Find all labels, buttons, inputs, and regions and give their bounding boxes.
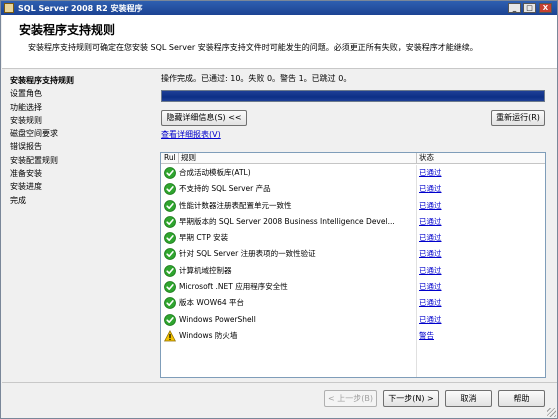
- back-button[interactable]: < 上一步(B): [324, 390, 377, 407]
- title-bar[interactable]: SQL Server 2008 R2 安装程序 _ □ X: [1, 1, 557, 15]
- hide-details-button[interactable]: 隐藏详细信息(S) <<: [161, 110, 247, 126]
- maximize-button[interactable]: □: [523, 3, 536, 13]
- rerun-button[interactable]: 重新运行(R): [491, 110, 545, 126]
- rule-status-link[interactable]: 已通过: [419, 184, 442, 194]
- table-row[interactable]: 早期版本的 SQL Server 2008 Business Intellige…: [161, 214, 545, 230]
- column-header-status[interactable]: 状态: [419, 153, 434, 163]
- table-row[interactable]: 针对 SQL Server 注册表项的一致性验证 已通过: [161, 246, 545, 262]
- rule-status-link[interactable]: 已通过: [419, 233, 442, 243]
- green-check-icon: [164, 183, 176, 196]
- rule-status-link[interactable]: 已通过: [419, 315, 442, 325]
- rule-name: Microsoft .NET 应用程序安全性: [179, 282, 288, 292]
- rule-name: 版本 WOW64 平台: [179, 298, 245, 308]
- table-row[interactable]: Windows 防火墙 警告: [161, 328, 545, 344]
- green-check-icon: [164, 232, 176, 245]
- rules-table: Rul 规则 状态 合成活动模板库(ATL) 已通过 不支持的 SQL Server…: [160, 152, 546, 378]
- rules-table-body: 合成活动模板库(ATL) 已通过 不支持的 SQL Server 产品 已通过 性能计数…: [161, 165, 545, 344]
- page-description: 安装程序支持规则可确定在您安装 SQL Server 安装程序支持文件时可能发生…: [28, 43, 478, 52]
- setup-window: SQL Server 2008 R2 安装程序 _ □ X 安装程序支持规则 安…: [0, 0, 558, 419]
- nav-item[interactable]: 完成: [10, 194, 150, 207]
- rule-name: Windows PowerShell: [179, 314, 256, 324]
- nav-item[interactable]: 准备安装: [10, 167, 150, 180]
- nav-item[interactable]: 设置角色: [10, 87, 150, 100]
- nav-item[interactable]: 安装规则: [10, 114, 150, 127]
- help-button[interactable]: 帮助: [498, 390, 545, 407]
- table-row[interactable]: 合成活动模板库(ATL) 已通过: [161, 165, 545, 181]
- table-row[interactable]: 计算机域控制器 已通过: [161, 263, 545, 279]
- nav-item[interactable]: 磁盘空间要求: [10, 127, 150, 140]
- rule-status-link[interactable]: 已通过: [419, 266, 442, 276]
- rule-name: 早期版本的 SQL Server 2008 Business Intellige…: [179, 216, 395, 226]
- green-check-icon: [164, 215, 176, 228]
- rule-name: 针对 SQL Server 注册表项的一致性验证: [179, 249, 316, 259]
- rules-table-header: Rul 规则 状态: [161, 153, 545, 164]
- column-divider[interactable]: [178, 153, 179, 164]
- rule-status-link[interactable]: 已通过: [419, 201, 442, 211]
- green-check-icon: [164, 264, 176, 277]
- rule-name: Windows 防火墙: [179, 330, 238, 340]
- window-title: SQL Server 2008 R2 安装程序: [18, 4, 143, 13]
- column-header-result[interactable]: Rul: [164, 153, 176, 163]
- green-check-icon: [164, 167, 176, 179]
- column-header-rule[interactable]: 规则: [181, 153, 196, 163]
- page-header: 安装程序支持规则 安装程序支持规则可确定在您安装 SQL Server 安装程序…: [2, 15, 557, 69]
- yellow-warning-icon: [164, 330, 176, 342]
- view-detailed-report-link[interactable]: 查看详细报表(V): [161, 129, 221, 140]
- rule-status-link[interactable]: 已通过: [419, 168, 442, 178]
- green-check-icon: [164, 248, 176, 261]
- step-navigation: 安装程序支持规则 设置角色 功能选择 安装规则 磁盘空间要求 错误报告 安装配置规则 准备安装…: [10, 74, 150, 207]
- rule-status-link[interactable]: 已通过: [419, 282, 442, 292]
- nav-item[interactable]: 安装配置规则: [10, 154, 150, 167]
- table-row[interactable]: 版本 WOW64 平台 已通过: [161, 295, 545, 311]
- column-divider[interactable]: [416, 153, 417, 164]
- rule-name: 不支持的 SQL Server 产品: [179, 184, 271, 194]
- nav-item[interactable]: 功能选择: [10, 101, 150, 114]
- table-row[interactable]: 早期 CTP 安装 已通过: [161, 230, 545, 246]
- close-button[interactable]: X: [539, 3, 552, 13]
- rule-name: 性能计数器注册表配置单元一致性: [179, 200, 292, 210]
- green-check-icon: [164, 313, 176, 326]
- nav-item[interactable]: 错误报告: [10, 140, 150, 153]
- green-check-icon: [164, 199, 176, 212]
- table-row[interactable]: 性能计数器注册表配置单元一致性 已通过: [161, 198, 545, 214]
- next-button[interactable]: 下一步(N) >: [383, 390, 439, 407]
- rule-name: 早期 CTP 安装: [179, 233, 229, 243]
- green-check-icon: [164, 281, 176, 293]
- minimize-button[interactable]: _: [508, 3, 521, 13]
- rule-status-link[interactable]: 警告: [419, 331, 434, 341]
- green-check-icon: [164, 297, 176, 310]
- rule-status-link[interactable]: 已通过: [419, 217, 442, 227]
- table-row[interactable]: Microsoft .NET 应用程序安全性 已通过: [161, 279, 545, 295]
- rule-name: 合成活动模板库(ATL): [179, 168, 251, 177]
- progress-bar-fill: [162, 91, 544, 101]
- nav-item[interactable]: 安装程序支持规则: [10, 74, 150, 87]
- table-row[interactable]: Windows PowerShell 已通过: [161, 312, 545, 328]
- rule-status-link[interactable]: 已通过: [419, 249, 442, 259]
- table-row[interactable]: 不支持的 SQL Server 产品 已通过: [161, 181, 545, 197]
- progress-bar: [161, 90, 545, 102]
- app-icon: [4, 3, 14, 13]
- rule-status-link[interactable]: 已通过: [419, 298, 442, 308]
- footer-separator: [2, 382, 557, 383]
- operation-status-text: 操作完成。已通过: 10。失败 0。警告 1。已跳过 0。: [161, 74, 352, 83]
- rule-name: 计算机域控制器: [179, 265, 232, 275]
- nav-item[interactable]: 安装进度: [10, 180, 150, 193]
- page-title: 安装程序支持规则: [19, 23, 116, 37]
- resize-grip-icon[interactable]: [547, 408, 556, 417]
- cancel-button[interactable]: 取消: [445, 390, 492, 407]
